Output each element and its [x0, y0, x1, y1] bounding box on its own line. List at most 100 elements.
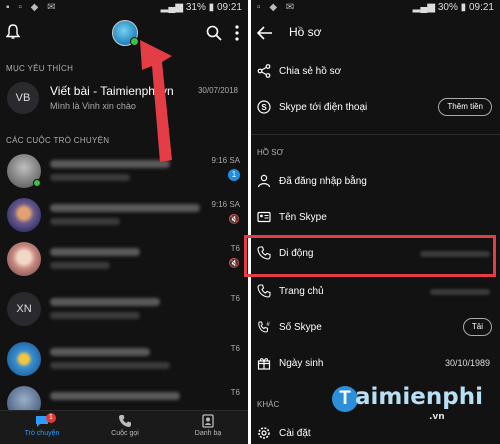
favorite-avatar: VB [7, 82, 39, 114]
conversation-time: 9:16 SA [211, 200, 240, 209]
share-icon [257, 64, 271, 78]
clock: 09:21 [216, 2, 242, 13]
status-bar: ▪ ▫ ◆ ✉ ▂▄▆ 31% ▮ 09:21 [0, 0, 248, 16]
back-arrow-icon[interactable] [257, 26, 273, 40]
online-status-dot [33, 179, 41, 187]
chats-badge: 1 [46, 413, 56, 423]
conversation-item[interactable]: T6 🔇 [0, 240, 248, 282]
blurred-contact-name [50, 392, 180, 400]
phone-hash-icon: # [258, 321, 270, 333]
conversation-time: T6 [230, 388, 240, 397]
conversation-item[interactable]: 9:16 SA 🔇 [0, 196, 248, 238]
clock: 09:21 [468, 2, 494, 13]
other-section-title: KHÁC [257, 400, 280, 409]
notification-icons: ▫ ◆ ✉ [257, 2, 298, 13]
nav-chats[interactable]: 1 Trò chuyện [12, 413, 72, 437]
add-credit-button[interactable]: Thêm tiền [438, 98, 492, 116]
battery-icon: ▮ [208, 2, 215, 13]
blurred-home-number [430, 289, 490, 295]
profile-screen: ▫ ◆ ✉ ▂▄▆ 30% ▮ 09:21 Hồ sơ Chia sẻ hồ s… [251, 0, 500, 444]
skype-number-label: Số Skype [279, 322, 322, 333]
conversation-item[interactable]: XN T6 [0, 290, 248, 332]
red-arrow-annotation [140, 40, 172, 162]
contacts-icon [202, 414, 214, 428]
settings-row[interactable]: Cài đặt [251, 420, 500, 444]
gear-icon [258, 427, 270, 439]
home-phone-label: Trang chủ [279, 286, 324, 297]
favorites-section-title: MỤC YÊU THÍCH [6, 64, 74, 73]
blurred-contact-name [50, 298, 160, 306]
chats-header [0, 16, 248, 54]
profile-avatar[interactable] [112, 20, 139, 46]
blurred-contact-name [50, 348, 150, 356]
home-phone-row[interactable]: Trang chủ [251, 278, 500, 308]
favorite-last-message: Mình là Vinh xin chào [50, 101, 136, 111]
gift-icon [257, 358, 271, 370]
conversations-section-title: CÁC CUỘC TRÒ CHUYỆN [6, 136, 110, 145]
more-options-icon[interactable] [234, 24, 240, 42]
skype-number-row[interactable]: # Số Skype Tải [251, 314, 500, 344]
red-highlight-box [244, 235, 496, 277]
watermark-text: aimienphi [355, 384, 483, 410]
favorite-chat-item[interactable]: VB Viết bài - Taimienphi.vn Mình là Vinh… [0, 78, 248, 124]
watermark: aimienphi .vn [355, 384, 483, 422]
person-icon [257, 174, 271, 188]
status-right: ▂▄▆ 31% ▮ 09:21 [161, 2, 242, 13]
search-icon[interactable] [206, 25, 222, 41]
conversation-item[interactable]: 9:16 SA 1 [0, 152, 248, 194]
blurred-message-preview [50, 312, 140, 319]
blurred-contact-name [50, 248, 140, 256]
svg-text:#: # [266, 322, 270, 328]
contact-avatar [7, 198, 41, 232]
conversation-time: T6 [230, 344, 240, 353]
battery-percent: 31% [185, 2, 206, 13]
nav-contacts-label: Danh bạ [194, 430, 222, 437]
unread-badge: 1 [228, 169, 240, 181]
signed-in-with-label: Đã đăng nhập bằng [279, 176, 367, 187]
skype-to-phone-label: Skype tới điện thoại [279, 102, 368, 113]
battery-icon: ▮ [460, 2, 467, 13]
birthday-value: 30/10/1989 [444, 358, 490, 368]
blurred-message-preview [50, 262, 110, 269]
profile-section-title: HỒ SƠ [257, 148, 284, 157]
blurred-message-preview [50, 174, 130, 181]
birthday-label: Ngày sinh [279, 358, 324, 369]
nav-calls[interactable]: Cuộc gọi [95, 414, 155, 437]
blurred-message-preview [50, 362, 170, 369]
conversation-item[interactable]: T6 [0, 340, 248, 382]
notification-icons: ▪ ▫ ◆ ✉ [6, 2, 59, 13]
muted-icon: 🔇 [228, 258, 240, 268]
bell-icon[interactable] [6, 24, 20, 40]
nav-calls-label: Cuộc gọi [111, 430, 139, 437]
profile-header: Hồ sơ [251, 16, 500, 50]
skype-name-label: Tên Skype [279, 212, 327, 223]
phone-icon [257, 284, 271, 298]
blurred-message-preview [50, 218, 120, 225]
svg-text:S: S [261, 103, 267, 112]
conversation-time: T6 [230, 244, 240, 253]
muted-icon: 🔇 [228, 214, 240, 224]
skype-to-phone-row[interactable]: S Skype tới điện thoại Thêm tiền [251, 94, 500, 124]
contact-avatar [7, 242, 41, 276]
status-bar: ▫ ◆ ✉ ▂▄▆ 30% ▮ 09:21 [251, 0, 500, 16]
skype-name-row[interactable]: Tên Skype [251, 204, 500, 234]
get-skype-number-button[interactable]: Tải [462, 318, 492, 336]
separator [251, 134, 500, 135]
id-card-icon [257, 211, 271, 223]
favorite-date: 30/07/2018 [197, 86, 238, 95]
status-right: ▂▄▆ 30% ▮ 09:21 [413, 2, 494, 13]
chats-screen: ▪ ▫ ◆ ✉ ▂▄▆ 31% ▮ 09:21 MỤC YÊU THÍCH VB… [0, 0, 248, 444]
share-profile-label: Chia sẻ hồ sơ [279, 66, 342, 77]
nav-contacts[interactable]: Danh bạ [178, 414, 238, 437]
share-profile-row[interactable]: Chia sẻ hồ sơ [251, 58, 500, 88]
battery-percent: 30% [437, 2, 458, 13]
watermark-suffix: .vn [429, 412, 445, 422]
bottom-navigation: 1 Trò chuyện Cuộc gọi Danh bạ [0, 410, 248, 444]
signed-in-with-row[interactable]: Đã đăng nhập bằng [251, 168, 500, 198]
birthday-row[interactable]: Ngày sinh 30/10/1989 [251, 350, 500, 380]
signal-icon: ▂▄▆ [160, 2, 184, 13]
contact-avatar [7, 154, 41, 188]
contact-avatar: XN [7, 292, 41, 326]
contact-avatar [7, 342, 41, 376]
conversation-time: T6 [230, 294, 240, 303]
